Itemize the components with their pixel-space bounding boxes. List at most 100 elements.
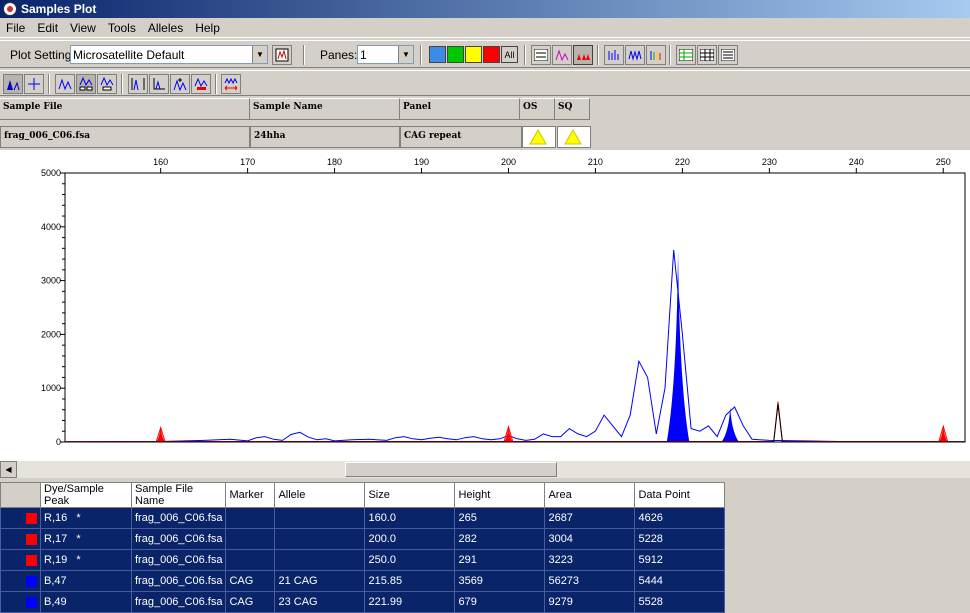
peak-icon	[58, 78, 72, 91]
bins-button[interactable]	[128, 74, 148, 94]
table-view-button[interactable]	[676, 45, 696, 65]
axis-button[interactable]	[149, 74, 169, 94]
data-point-cell: 5528	[634, 591, 726, 613]
marker-cell	[225, 528, 276, 550]
x-tick-label: 250	[936, 157, 951, 167]
sample-file-cell: frag_006_C06.fsa	[0, 126, 250, 148]
plot-setting-select[interactable]: Microsatellite Default ▼	[70, 45, 268, 64]
dye-green-button[interactable]	[447, 46, 464, 63]
header-panel[interactable]: Panel	[400, 98, 520, 120]
col-allele[interactable]: Allele	[274, 482, 366, 508]
view-overlay-button[interactable]	[531, 45, 551, 65]
col-height[interactable]: Height	[454, 482, 546, 508]
table-row[interactable]: B,49 frag_006_C06.fsa CAG 23 CAG 221.99 679 92…	[0, 591, 726, 613]
view-peaks-button[interactable]	[573, 45, 593, 65]
data-point-cell: 5912	[634, 549, 726, 571]
delete-peak-icon	[194, 77, 208, 90]
allele-cell	[274, 549, 366, 571]
toolbar-separator	[420, 45, 422, 65]
dye-color-swatch	[26, 554, 37, 566]
size-label-icon	[100, 77, 114, 91]
y-tick-label: 4000	[41, 222, 61, 232]
list-icon	[721, 49, 735, 61]
dye-blue-button[interactable]	[429, 46, 446, 63]
data-point-cell: 5444	[634, 570, 726, 592]
table-row[interactable]: R,19 * frag_006_C06.fsa 250.0 291 3223 5912	[0, 549, 726, 571]
label-alleles-button[interactable]	[76, 74, 96, 94]
dye-red-button[interactable]	[483, 46, 500, 63]
area-cell: 3004	[544, 528, 636, 550]
chevron-down-icon[interactable]: ▼	[398, 46, 413, 63]
x-tick-label: 210	[588, 157, 603, 167]
dye-color-cell	[0, 549, 41, 571]
size-cell: 215.85	[364, 570, 456, 592]
plot-frame	[64, 172, 966, 443]
size-cell: 250.0	[364, 549, 456, 571]
panes-label: Panes:	[320, 48, 358, 62]
wave-view-button[interactable]	[625, 45, 645, 65]
panes-select[interactable]: 1 ▼	[357, 45, 414, 64]
menu-edit[interactable]: Edit	[31, 21, 64, 35]
header-sq[interactable]: SQ	[555, 98, 590, 120]
table-row[interactable]: R,17 * frag_006_C06.fsa 200.0 282 3004 5228	[0, 528, 726, 550]
bars-icon	[608, 50, 619, 60]
electropherogram-button[interactable]	[604, 45, 624, 65]
peak-cell: R,16 *	[40, 507, 132, 529]
delete-peak-button[interactable]	[191, 74, 211, 94]
plot-setting-value: Microsatellite Default	[73, 47, 185, 62]
warning-triangle-icon	[564, 128, 582, 145]
dye-all-button[interactable]: All	[501, 46, 518, 63]
col-marker[interactable]: Marker	[225, 482, 276, 508]
menu-tools[interactable]: Tools	[102, 21, 142, 35]
label-peaks-button[interactable]	[55, 74, 75, 94]
col-sample-file-name[interactable]: Sample File Name	[130, 482, 227, 508]
header-os[interactable]: OS	[520, 98, 555, 120]
app-icon	[3, 2, 17, 16]
table-header-row: Dye/Sample Peak Sample File Name Marker …	[0, 482, 726, 508]
dye-color-swatch	[26, 575, 37, 587]
x-tick-label: 190	[414, 157, 429, 167]
col-dye-sample-peak[interactable]: Dye/Sample Peak	[40, 482, 132, 508]
table-row[interactable]: B,47 frag_006_C06.fsa CAG 21 CAG 215.85 3569 5…	[0, 570, 726, 592]
peaks-table-panel: Dye/Sample Peak Sample File Name Marker …	[0, 480, 970, 613]
red-peaks-icon	[577, 54, 590, 60]
horizontal-scrollbar[interactable]: ◀	[0, 460, 970, 478]
label-size-button[interactable]	[97, 74, 117, 94]
col-size[interactable]: Size	[364, 482, 456, 508]
peak-cell: B,49	[40, 591, 132, 613]
marker-cell: CAG	[225, 570, 276, 592]
area-cell: 2687	[544, 507, 636, 529]
marker-cell	[225, 507, 276, 529]
select-peaks-button[interactable]	[3, 74, 23, 94]
view-stack-button[interactable]	[552, 45, 572, 65]
peak-cell: R,17 *	[40, 528, 132, 550]
genotype-table-button[interactable]	[718, 45, 738, 65]
panes-value: 1	[360, 47, 367, 62]
col-color[interactable]	[0, 482, 41, 508]
dye-yellow-button[interactable]	[465, 46, 482, 63]
menu-help[interactable]: Help	[189, 21, 226, 35]
area-cell: 9279	[544, 591, 636, 613]
header-sample-file[interactable]: Sample File	[0, 98, 250, 120]
file-cell: frag_006_C06.fsa	[130, 570, 227, 592]
zoom-full-button[interactable]	[221, 74, 241, 94]
cursor-button[interactable]	[24, 74, 44, 94]
col-area[interactable]: Area	[544, 482, 636, 508]
scroll-thumb[interactable]	[345, 462, 557, 477]
plot-setting-edit-button[interactable]	[272, 45, 292, 65]
menu-file[interactable]: File	[0, 21, 31, 35]
add-peak-button[interactable]	[170, 74, 190, 94]
col-data-point[interactable]: Data Point	[634, 482, 726, 508]
sample-name-cell: 24hha	[250, 126, 400, 148]
scroll-left-button[interactable]: ◀	[0, 461, 17, 478]
multicolor-view-button[interactable]	[646, 45, 666, 65]
sizing-table-button[interactable]	[697, 45, 717, 65]
electropherogram-plot[interactable]: 160 170 180 190 200 210 220 230 240 250 0 1000 2000 3…	[0, 150, 970, 460]
axis-icon	[153, 78, 165, 90]
header-sample-name[interactable]: Sample Name	[250, 98, 400, 120]
table-row[interactable]: R,16 * frag_006_C06.fsa 160.0 265 2687 4626	[0, 507, 726, 529]
chevron-down-icon[interactable]: ▼	[252, 46, 267, 63]
menu-view[interactable]: View	[64, 21, 102, 35]
toolbar-separator	[597, 45, 599, 65]
menu-alleles[interactable]: Alleles	[142, 21, 189, 35]
